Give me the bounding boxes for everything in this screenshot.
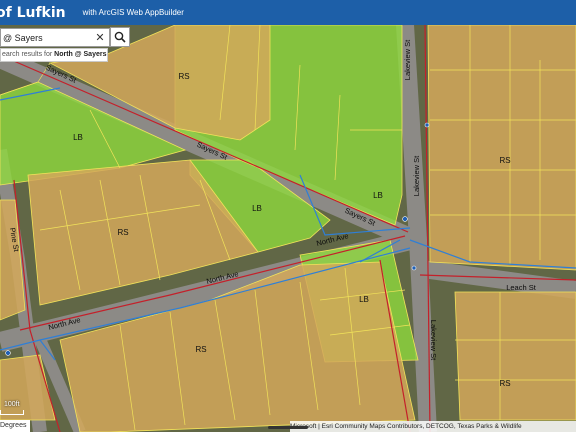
suggestion-prefix: earch results for <box>2 51 55 58</box>
zone-label-lb: LB <box>252 204 262 213</box>
zone-label-rs: RS <box>178 72 189 81</box>
zone-label-lb: LB <box>373 191 383 200</box>
app-header: of Lufkin with ArcGIS Web AppBuilder <box>0 0 576 25</box>
search-icon <box>114 31 126 43</box>
street-label-lakeview: Lakeview St <box>412 155 421 196</box>
home-indicator <box>268 426 308 429</box>
zone-label-lb: LB <box>359 295 369 304</box>
utility-node <box>424 122 430 128</box>
zone-label-rs: RS <box>117 228 128 237</box>
search-button[interactable] <box>110 27 130 47</box>
utility-node <box>411 265 417 271</box>
search-input[interactable] <box>1 32 91 43</box>
map-attribution: Microsoft | Esri Community Maps Contribu… <box>290 421 576 432</box>
search-box: ✕ <box>0 28 110 47</box>
scale-label: 100ft <box>4 401 20 408</box>
zone-label-rs: RS <box>195 345 206 354</box>
zone-label-lb: LB <box>73 133 83 142</box>
zone-label-rs: RS <box>499 379 510 388</box>
rs-zone <box>454 291 576 421</box>
street-label-lakeview: Lakeview St <box>403 39 412 80</box>
suggestion-term: North @ Sayers <box>54 51 107 58</box>
street-label-leach: Leach St <box>506 283 537 292</box>
utility-node <box>402 216 408 222</box>
street-label-lakeview-south: Lakeview St <box>429 320 438 361</box>
search-suggestion[interactable]: earch results for North @ Sayers ... <box>0 48 108 62</box>
suggestion-suffix: ... <box>106 51 107 58</box>
app-title: of Lufkin <box>0 4 66 21</box>
coordinate-readout[interactable]: Degrees <box>0 420 30 432</box>
close-icon[interactable]: ✕ <box>91 31 109 44</box>
app-subtitle: with ArcGIS Web AppBuilder <box>82 8 184 17</box>
utility-node <box>5 350 11 356</box>
map-view[interactable]: LB LB LB LB RS RS RS RS RS Sayers St Say… <box>0 25 576 432</box>
scale-line <box>0 410 24 415</box>
rs-zone <box>427 25 576 271</box>
zone-label-rs: RS <box>499 156 510 165</box>
